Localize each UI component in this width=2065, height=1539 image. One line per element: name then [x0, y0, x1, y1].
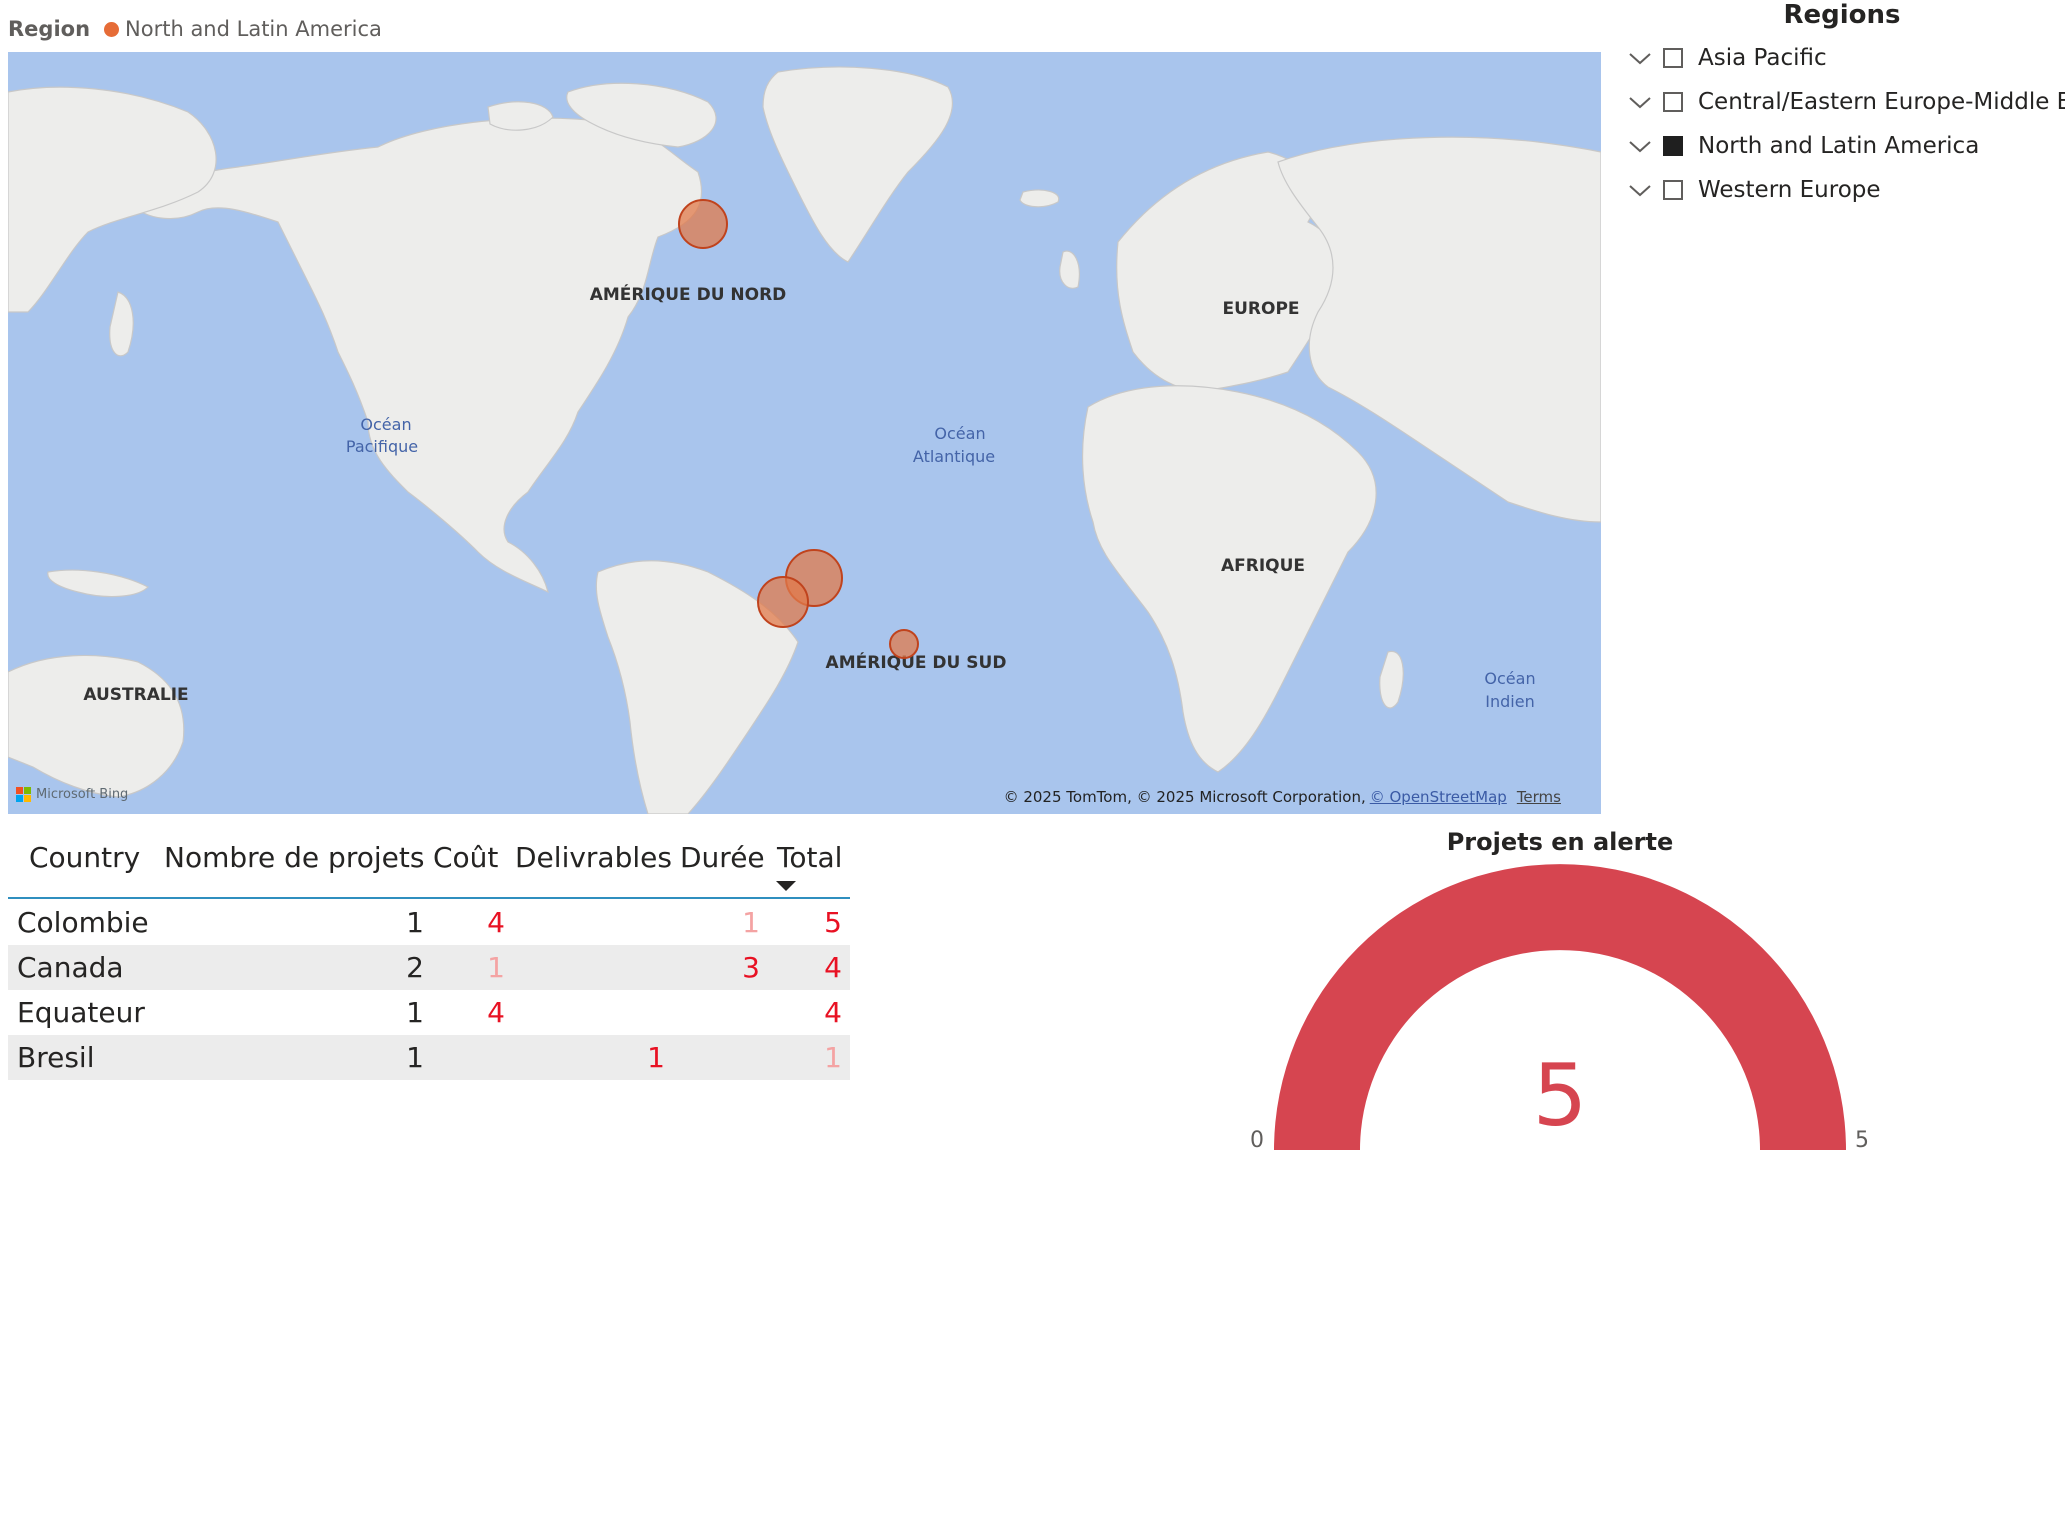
cell-cost: 4: [487, 906, 505, 939]
bubble-bresil: [889, 629, 919, 659]
label-south-america: AMÉRIQUE DU SUD: [826, 651, 1007, 673]
table-row[interactable]: Canada 2 1 3 4: [8, 945, 850, 990]
slicer-item-label: Asia Pacific: [1698, 45, 1827, 71]
terms-link[interactable]: Terms: [1517, 788, 1561, 806]
cell-total: 4: [824, 951, 842, 984]
column-header-cost[interactable]: Coût: [433, 830, 498, 886]
bing-logo-text: Microsoft Bing: [36, 787, 129, 802]
table-row[interactable]: Equateur 1 4 4: [8, 990, 850, 1035]
cell-country: Canada: [17, 951, 124, 984]
world-map: AMÉRIQUE DU NORD EUROPE AFRIQUE AMÉRIQUE…: [8, 66, 1601, 814]
cell-total: 5: [824, 906, 842, 939]
chevron-down-icon[interactable]: [1627, 136, 1653, 156]
chevron-down-icon[interactable]: [1627, 48, 1653, 68]
cell-total: 4: [824, 996, 842, 1029]
cell-country: Equateur: [17, 996, 145, 1029]
bubble-canada: [678, 199, 728, 249]
slicer-item-western-europe[interactable]: Western Europe: [1627, 170, 2065, 210]
cell-country: Colombie: [17, 906, 149, 939]
chevron-down-icon[interactable]: [1627, 180, 1653, 200]
svg-text:Océan: Océan: [360, 415, 411, 434]
slicer-title: Regions: [1783, 0, 1901, 30]
svg-text:Indien: Indien: [1485, 692, 1534, 711]
map-canvas[interactable]: AMÉRIQUE DU NORD EUROPE AFRIQUE AMÉRIQUE…: [8, 52, 1601, 814]
gauge-max-label: 5: [1855, 1128, 1869, 1153]
column-header-projects[interactable]: Nombre de projets: [164, 830, 424, 886]
map-visual[interactable]: Region North and Latin America AMÉRIQUE …: [0, 0, 1605, 825]
cell-deliverables: 1: [647, 1041, 665, 1074]
sort-descending-icon[interactable]: [776, 881, 796, 891]
svg-text:Atlantique: Atlantique: [913, 447, 995, 466]
column-header-deliverables[interactable]: Delivrables: [515, 830, 672, 886]
cell-duration: 1: [742, 906, 760, 939]
slicer-item-north-latin-america[interactable]: North and Latin America: [1627, 126, 2065, 166]
cell-projects: 1: [406, 1041, 424, 1074]
chevron-down-icon[interactable]: [1627, 92, 1653, 112]
label-north-america: AMÉRIQUE DU NORD: [590, 283, 787, 305]
openstreetmap-link[interactable]: © OpenStreetMap: [1370, 788, 1507, 806]
greenland-land: [762, 66, 954, 263]
cell-projects: 2: [406, 951, 424, 984]
bubble-equateur: [757, 576, 809, 628]
north-america-land: [127, 117, 703, 594]
slicer-checkbox[interactable]: [1663, 180, 1683, 200]
header-divider: [8, 897, 850, 899]
column-header-duration[interactable]: Durée: [680, 830, 765, 886]
slicer-item-label: Central/Eastern Europe-Middle E...: [1698, 89, 2065, 115]
slicer-item-asia-pacific[interactable]: Asia Pacific: [1627, 38, 2065, 78]
cell-country: Bresil: [17, 1041, 95, 1074]
cell-cost: 1: [487, 951, 505, 984]
alert-gauge[interactable]: Projets en alerte 5 0 5: [1230, 820, 1890, 1180]
gauge-value: 5: [1532, 1046, 1588, 1146]
slicer-item-label: Western Europe: [1698, 177, 1881, 203]
microsoft-logo-icon: [16, 787, 31, 802]
column-header-country[interactable]: Country: [29, 830, 140, 886]
legend-item[interactable]: North and Latin America: [125, 17, 382, 41]
regions-slicer: Regions Asia Pacific Central/Eastern Eur…: [1612, 0, 2065, 300]
cell-projects: 1: [406, 906, 424, 939]
cell-total: 1: [824, 1041, 842, 1074]
slicer-checkbox[interactable]: [1663, 92, 1683, 112]
cell-projects: 1: [406, 996, 424, 1029]
map-attribution: © 2025 TomTom, © 2025 Microsoft Corporat…: [1004, 788, 1561, 806]
attribution-text: © 2025 TomTom, © 2025 Microsoft Corporat…: [1003, 788, 1366, 806]
projects-table: Country Nombre de projets Coût Delivrabl…: [8, 830, 850, 1080]
svg-text:Océan: Océan: [934, 424, 985, 443]
cell-cost: 4: [487, 996, 505, 1029]
slicer-checkbox-checked[interactable]: [1663, 136, 1683, 156]
africa-land: [1081, 385, 1377, 773]
legend-title: Region: [8, 17, 91, 41]
cell-duration: 3: [742, 951, 760, 984]
map-legend: Region North and Latin America: [8, 14, 382, 44]
svg-text:Pacifique: Pacifique: [346, 437, 418, 456]
slicer-item-central-eastern-europe[interactable]: Central/Eastern Europe-Middle E...: [1627, 82, 2065, 122]
label-australia: AUSTRALIE: [83, 685, 188, 705]
legend-marker-icon: [104, 21, 120, 37]
slicer-item-label: North and Latin America: [1698, 133, 1980, 159]
slicer-checkbox[interactable]: [1663, 48, 1683, 68]
table-row[interactable]: Colombie 1 4 1 5: [8, 900, 850, 945]
label-africa: AFRIQUE: [1221, 556, 1305, 576]
label-europe: EUROPE: [1222, 299, 1299, 319]
column-header-total[interactable]: Total: [777, 830, 842, 886]
svg-text:Océan: Océan: [1484, 669, 1535, 688]
table-row[interactable]: Bresil 1 1 1: [8, 1035, 850, 1080]
gauge-min-label: 0: [1250, 1128, 1264, 1153]
australia-land: [8, 654, 185, 798]
bing-logo: Microsoft Bing: [16, 787, 128, 802]
